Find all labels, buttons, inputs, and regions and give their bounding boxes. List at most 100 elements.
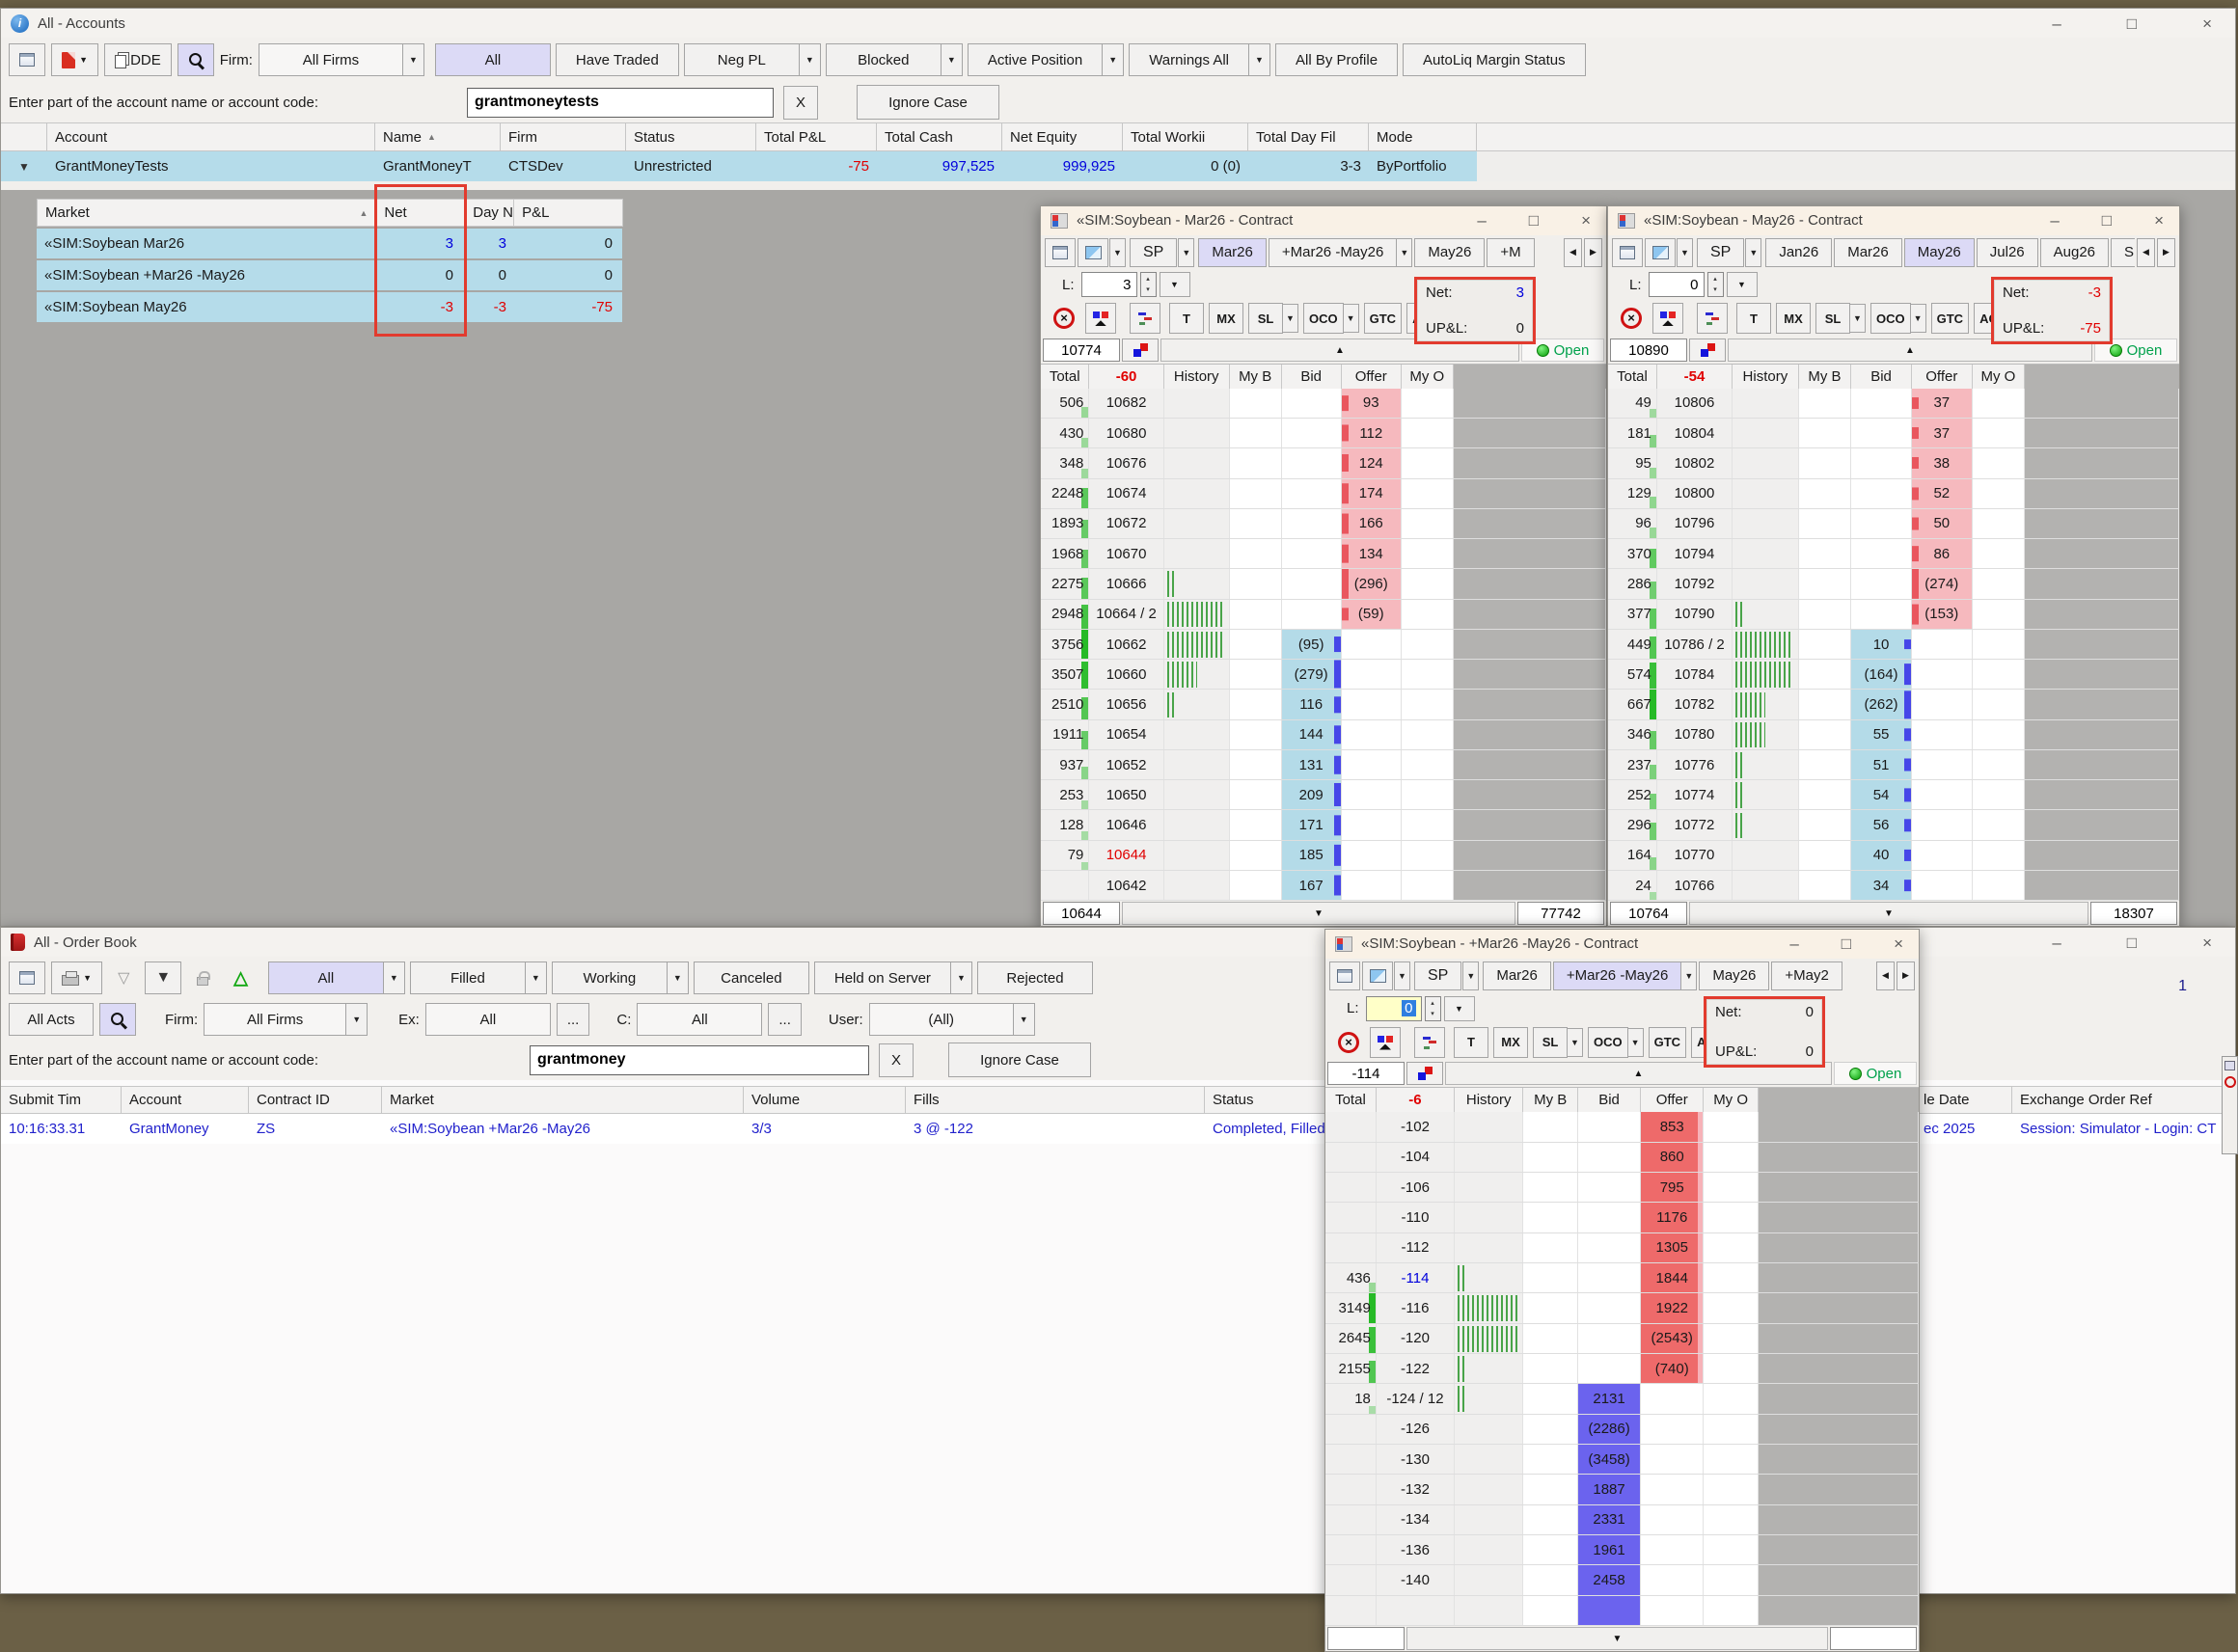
- bid-cell[interactable]: 56: [1851, 810, 1912, 839]
- my-offer-cell[interactable]: [1402, 479, 1454, 508]
- offer-cell[interactable]: [1641, 1415, 1704, 1444]
- offer-cell[interactable]: [1912, 871, 1973, 900]
- col-history[interactable]: History: [1455, 1088, 1523, 1112]
- my-offer-cell[interactable]: [1402, 509, 1454, 538]
- alert-button[interactable]: △: [224, 961, 258, 994]
- my-bid-cell[interactable]: [1523, 1384, 1578, 1413]
- my-bid-cell[interactable]: [1799, 630, 1851, 659]
- my-offer-cell[interactable]: [1973, 569, 2025, 598]
- tabs-scroll-left[interactable]: ◀: [1876, 961, 1895, 990]
- t-button[interactable]: T: [1169, 303, 1204, 334]
- ladder-row[interactable]: 1291080052: [1608, 479, 2179, 509]
- my-bid-cell[interactable]: [1799, 841, 1851, 870]
- bid-cell[interactable]: 10: [1851, 630, 1912, 659]
- working-orders-button[interactable]: [1130, 303, 1160, 334]
- all-button[interactable]: All: [268, 961, 384, 994]
- maximize-button[interactable]: □: [1842, 935, 1851, 952]
- my-offer-cell[interactable]: [1973, 810, 2025, 839]
- last-price-field[interactable]: [1327, 1627, 1405, 1650]
- ladder-row[interactable]: 7910644185: [1041, 841, 1606, 871]
- ladder-row[interactable]: -106795: [1325, 1173, 1919, 1203]
- close-button[interactable]: ×: [2202, 15, 2212, 32]
- my-bid-cell[interactable]: [1523, 1535, 1578, 1564]
- close-button[interactable]: ×: [2202, 934, 2212, 951]
- ladder-row[interactable]: 3701079486: [1608, 539, 2179, 569]
- bid-cell[interactable]: [1578, 1143, 1641, 1172]
- filled-dropdown[interactable]: ▼: [525, 961, 547, 994]
- sl-button[interactable]: SL: [1533, 1027, 1568, 1058]
- col-total[interactable]: Total: [1041, 365, 1089, 389]
- scroll-up-button[interactable]: ▲: [1160, 339, 1519, 362]
- sl-dropdown[interactable]: ▼: [1567, 1028, 1583, 1057]
- filter-button[interactable]: ▼: [145, 961, 181, 994]
- offer-cell[interactable]: 37: [1912, 419, 1973, 447]
- bid-cell[interactable]: [1851, 479, 1912, 508]
- my-offer-cell[interactable]: [1973, 841, 2025, 870]
- user-select[interactable]: (All) ▼: [869, 1003, 1035, 1036]
- ladder-row[interactable]: 3149-1161922: [1325, 1293, 1919, 1323]
- my-bid-cell[interactable]: [1230, 448, 1282, 477]
- offer-cell[interactable]: [1342, 841, 1402, 870]
- my-offer-cell[interactable]: [1704, 1475, 1759, 1503]
- recentre-button[interactable]: [1122, 339, 1159, 362]
- price-cell[interactable]: 10672: [1089, 509, 1163, 538]
- ladder-row[interactable]: -104860: [1325, 1143, 1919, 1173]
- my-bid-cell[interactable]: [1523, 1596, 1578, 1625]
- price-cell[interactable]: -140: [1377, 1565, 1455, 1594]
- bid-cell[interactable]: 144: [1282, 720, 1342, 749]
- price-cell[interactable]: -104: [1377, 1143, 1455, 1172]
- col-total-working[interactable]: Total Workii: [1123, 123, 1248, 150]
- ladder-row[interactable]: 43010680112: [1041, 419, 1606, 448]
- maximize-button[interactable]: □: [1529, 212, 1539, 229]
- sl-button[interactable]: SL: [1815, 303, 1850, 334]
- price-cell[interactable]: 10664 / 2: [1089, 600, 1163, 629]
- my-bid-cell[interactable]: [1230, 479, 1282, 508]
- sp-button[interactable]: SP: [1697, 238, 1744, 267]
- my-offer-cell[interactable]: [1402, 841, 1454, 870]
- ladder-row[interactable]: -130(3458): [1325, 1445, 1919, 1475]
- print-button[interactable]: ▼: [51, 961, 102, 994]
- position-row[interactable]: «SIM:Soybean May26 -3 -3 -75: [37, 292, 623, 322]
- tab-may26[interactable]: May26: [1414, 238, 1485, 267]
- position-row[interactable]: «SIM:Soybean +Mar26 -May26 0 0 0: [37, 260, 623, 290]
- my-offer-cell[interactable]: [1402, 630, 1454, 659]
- my-bid-cell[interactable]: [1230, 630, 1282, 659]
- col-submit-time[interactable]: Submit Tim: [1, 1087, 122, 1113]
- offer-cell[interactable]: [1342, 810, 1402, 839]
- offer-cell[interactable]: [1342, 750, 1402, 779]
- col-net[interactable]: Net: [376, 200, 465, 226]
- col-firm[interactable]: Firm: [501, 123, 626, 150]
- bid-cell[interactable]: 209: [1282, 780, 1342, 809]
- my-offer-cell[interactable]: [1402, 720, 1454, 749]
- my-offer-cell[interactable]: [1704, 1596, 1759, 1625]
- export-pdf-button[interactable]: ▼: [51, 43, 98, 76]
- offer-cell[interactable]: 86: [1912, 539, 1973, 568]
- bid-cell[interactable]: 1961: [1578, 1535, 1641, 1564]
- my-bid-cell[interactable]: [1799, 389, 1851, 418]
- price-cell[interactable]: -122: [1377, 1354, 1455, 1383]
- price-input[interactable]: [1043, 339, 1120, 362]
- price-cell[interactable]: 10804: [1657, 419, 1733, 447]
- my-bid-cell[interactable]: [1230, 720, 1282, 749]
- price-cell[interactable]: -106: [1377, 1173, 1455, 1202]
- my-bid-cell[interactable]: [1230, 841, 1282, 870]
- price-cell[interactable]: 10790: [1657, 600, 1733, 629]
- col-change[interactable]: -54: [1657, 365, 1733, 389]
- price-cell[interactable]: -126: [1377, 1415, 1455, 1444]
- col-trade-date[interactable]: le Date: [1916, 1087, 2012, 1113]
- ladder-row[interactable]: 18-124 / 122131: [1325, 1384, 1919, 1414]
- ignore-case-button[interactable]: Ignore Case: [948, 1043, 1091, 1077]
- my-bid-cell[interactable]: [1799, 810, 1851, 839]
- col-history[interactable]: History: [1733, 365, 1799, 389]
- bid-cell[interactable]: [1851, 600, 1912, 629]
- ladder-row[interactable]: -102853: [1325, 1112, 1919, 1142]
- my-bid-cell[interactable]: [1523, 1505, 1578, 1534]
- ladder-row[interactable]: 34810676124: [1041, 448, 1606, 478]
- price-cell[interactable]: -130: [1377, 1445, 1455, 1474]
- my-offer-cell[interactable]: [1973, 690, 2025, 718]
- ladder-row[interactable]: 951080238: [1608, 448, 2179, 478]
- my-bid-cell[interactable]: [1799, 780, 1851, 809]
- price-cell[interactable]: 10676: [1089, 448, 1163, 477]
- col-name[interactable]: Name▲: [375, 123, 501, 150]
- offer-cell[interactable]: 1844: [1641, 1263, 1704, 1292]
